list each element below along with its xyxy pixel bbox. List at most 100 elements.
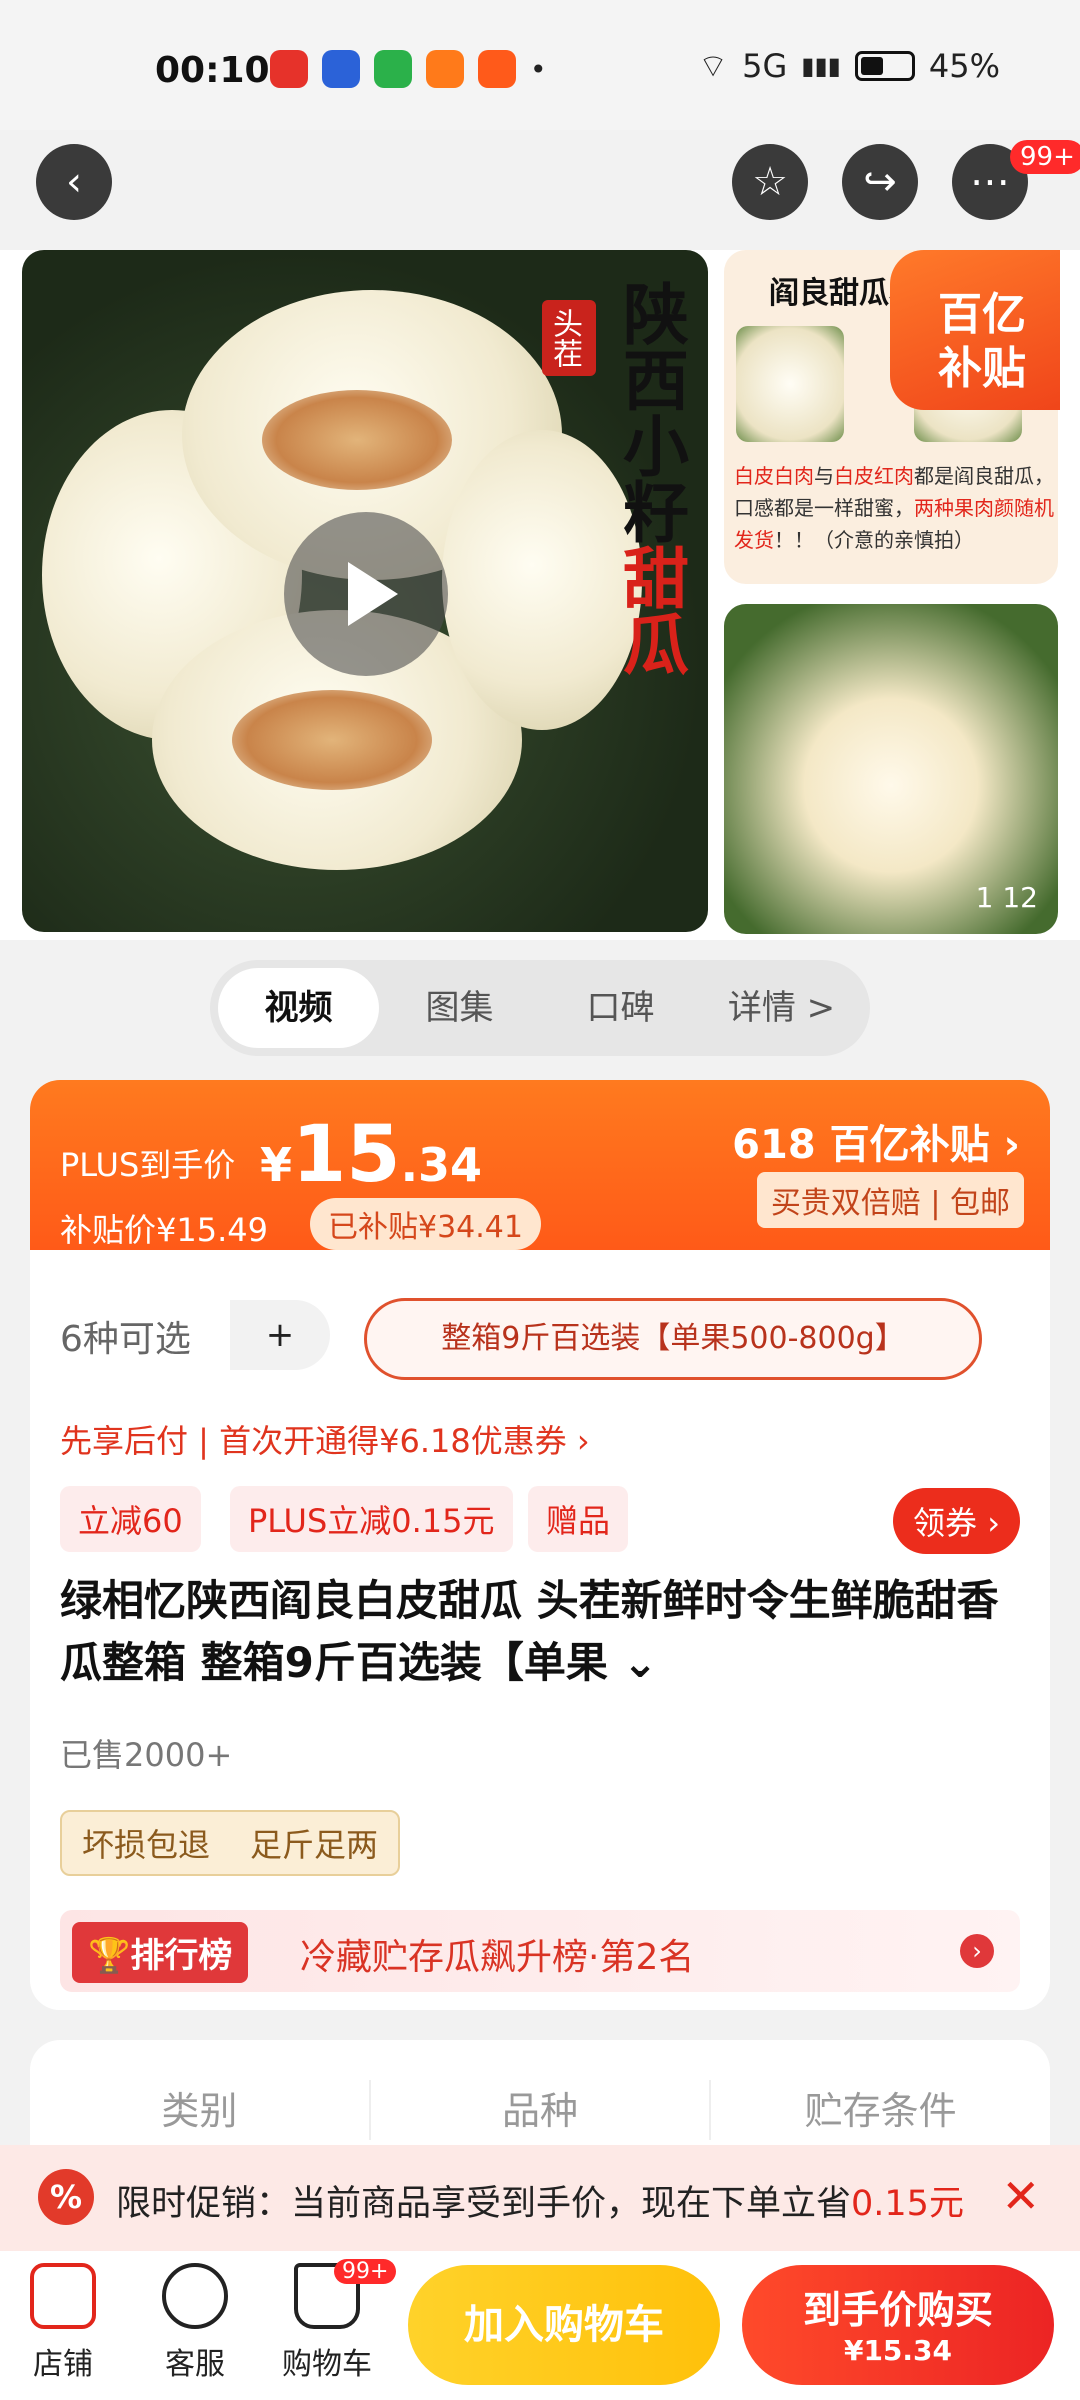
app-notification-icon <box>426 50 464 88</box>
plus-price-label: PLUS到手价 <box>60 1146 236 1184</box>
ranking-label: 🏆排行榜 <box>72 1922 249 1983</box>
side-thumbnail-2[interactable]: 1 12 <box>724 604 1058 934</box>
sold-count: 已售2000+ <box>60 1736 233 1774</box>
buy-price: ¥15.34 <box>843 2334 953 2367</box>
message-badge: 99+ <box>1010 140 1080 174</box>
subsidy-badge-line1: 百亿 <box>938 289 1026 340</box>
back-button[interactable]: ‹ <box>36 144 112 220</box>
signal-icon-2: ▮▮▮ <box>801 52 841 80</box>
add-to-cart-button[interactable]: 加入购物车 <box>408 2265 720 2385</box>
melon-seeds <box>232 690 432 790</box>
spec-variety: 品种 <box>371 2080 712 2140</box>
get-coupon-button[interactable]: 领券 › <box>893 1488 1020 1554</box>
melon-image <box>736 326 844 442</box>
ranking-banner[interactable]: 🏆排行榜 冷藏贮存瓜飙升榜·第2名 › <box>60 1910 1020 1992</box>
plus-discount-tag: PLUS立减0.15元 <box>230 1486 513 1552</box>
phone-icon <box>374 50 412 88</box>
clock: 00:10 <box>155 50 270 91</box>
pay-later-promo[interactable]: 先享后付 | 首次开通得¥6.18优惠券 › <box>60 1416 590 1462</box>
promo-text: 限时促销：当前商品享受到手价，现在下单立省0.15元 <box>116 2175 964 2226</box>
promo-618-link[interactable]: 618 百亿补贴 › <box>732 1112 1020 1170</box>
percent-icon: % <box>38 2169 94 2225</box>
store-label: 店铺 <box>33 2347 93 2382</box>
options-count[interactable]: 6种可选 <box>60 1310 191 1362</box>
subsidized-amount: 已补贴¥34.41 <box>310 1198 541 1250</box>
store-icon <box>30 2263 96 2329</box>
image-title: 陕西小籽甜瓜 <box>612 280 692 676</box>
buy-label: 到手价购买 <box>802 2288 993 2332</box>
trophy-icon: 🏆 <box>88 1936 131 1976</box>
cart-label: 购物车 <box>282 2347 372 2382</box>
image-title-black: 陕西小籽 <box>612 280 689 544</box>
melon-seeds <box>262 390 452 490</box>
signal-icon: 5G <box>742 47 788 85</box>
main-product-video[interactable]: 头茬 陕西小籽甜瓜 <box>22 250 708 932</box>
promo-amount: 0.15元 <box>851 2184 964 2224</box>
baidu-paw-icon <box>322 50 360 88</box>
service-tag: 足斤足两 <box>250 1826 379 1864</box>
expand-options-button[interactable]: + <box>230 1300 330 1370</box>
media-tabs: 视频 图集 口碑 详情 > <box>210 960 870 1056</box>
bottom-action-bar: 店铺 客服 99+ 购物车 加入购物车 到手价购买 ¥15.34 <box>0 2251 1080 2400</box>
chevron-right-icon: › <box>960 1934 994 1968</box>
app-notification-icon <box>270 50 308 88</box>
tab-details[interactable]: 详情 > <box>701 968 862 1048</box>
ranking-label-text: 排行榜 <box>130 1936 233 1976</box>
stamp-label: 头茬 <box>542 300 596 376</box>
spec-storage: 贮存条件 <box>804 2089 957 2133</box>
battery-percent: 45% <box>928 47 1000 85</box>
customer-service-button[interactable]: 客服 <box>140 2263 250 2383</box>
system-status: ⌔ 5G ▮▮▮ 45% <box>698 46 1000 86</box>
subsidy-price: 补贴价¥15.49 <box>60 1211 268 1249</box>
price-guarantee: 买贵双倍赔 | 包邮 <box>756 1172 1024 1228</box>
favorite-button[interactable]: ☆ <box>732 144 808 220</box>
star-icon: ☆ <box>752 159 788 205</box>
share-icon: ↪ <box>863 159 897 205</box>
note-part: 白皮白肉 <box>734 464 814 488</box>
promo-text-main: 限时促销：当前商品享受到手价，现在下单立省 <box>116 2184 852 2224</box>
price-currency: ¥ <box>260 1138 293 1192</box>
play-icon[interactable] <box>284 512 448 676</box>
smiley-icon <box>162 2263 228 2329</box>
buy-now-button[interactable]: 到手价购买 ¥15.34 <box>742 2265 1054 2385</box>
price-integer: 15 <box>292 1110 401 1200</box>
store-button[interactable]: 店铺 <box>8 2263 118 2383</box>
subsidy-badge-line2: 补贴 <box>938 343 1026 394</box>
discount-tag: 立减60 <box>60 1486 201 1552</box>
spec-category: 类别 <box>30 2080 371 2140</box>
note-part: 与 <box>814 464 834 488</box>
service-tags[interactable]: 坏损包退 足斤足两 <box>60 1810 401 1876</box>
wifi-icon: ⌔ <box>698 47 729 85</box>
product-title[interactable]: 绿相忆陕西阎良白皮甜瓜 头茬新鲜时令生鲜脆甜香瓜整箱 整箱9斤百选装【单果 ⌄ <box>60 1570 1020 1694</box>
selected-variant[interactable]: 整箱9斤百选装【单果500-800g】 <box>364 1298 982 1380</box>
battery-icon <box>854 51 915 81</box>
image-counter: 1 12 <box>975 881 1038 914</box>
thumbnail-note: 白皮白肉与白皮红肉都是阎良甜瓜，口感都是一样甜蜜，两种果肉颜随机发货！！（介意的… <box>734 460 1058 556</box>
image-title-red: 甜瓜 <box>612 544 689 676</box>
subsidy-badge: 百亿 补贴 <box>890 250 1060 410</box>
price-decimal: .34 <box>400 1138 483 1192</box>
chevron-left-icon: ‹ <box>66 159 82 205</box>
close-icon[interactable]: ✕ <box>1001 2169 1040 2223</box>
service-label: 客服 <box>165 2347 225 2382</box>
tab-video[interactable]: 视频 <box>218 968 379 1048</box>
tab-reviews[interactable]: 口碑 <box>540 968 701 1048</box>
ranking-text: 冷藏贮存瓜飙升榜·第2名 <box>300 1937 695 1978</box>
note-part: 白皮红肉 <box>834 464 914 488</box>
more-dot-icon: • <box>530 52 547 86</box>
share-button[interactable]: ↪ <box>842 144 918 220</box>
cart-badge: 99+ <box>334 2259 397 2284</box>
taobao-icon <box>478 50 516 88</box>
cart-button[interactable]: 99+ 购物车 <box>272 2259 397 2383</box>
gift-tag: 赠品 <box>528 1486 629 1552</box>
price-card: PLUS到手价 ¥15.34 补贴价¥15.49 已补贴¥34.41 618 百… <box>30 1080 1050 2010</box>
tab-gallery[interactable]: 图集 <box>379 968 540 1048</box>
service-tag: 坏损包退 <box>82 1826 211 1864</box>
final-price: ¥15.34 <box>260 1110 482 1200</box>
status-bar: 00:10 • ⌔ 5G ▮▮▮ 45% <box>0 0 1080 130</box>
more-dots-icon: ⋯ <box>970 159 1010 205</box>
limited-promo-banner[interactable]: % 限时促销：当前商品享受到手价，现在下单立省0.15元 ✕ <box>0 2145 1080 2251</box>
image-gallery[interactable]: 头茬 陕西小籽甜瓜 阎良甜瓜小 白皮白肉与白皮红肉都是阎良甜瓜，口感都是一样甜蜜… <box>0 250 1080 940</box>
notification-icons: • <box>270 50 547 88</box>
note-part: ！！（介意的亲慎拍） <box>774 528 974 552</box>
